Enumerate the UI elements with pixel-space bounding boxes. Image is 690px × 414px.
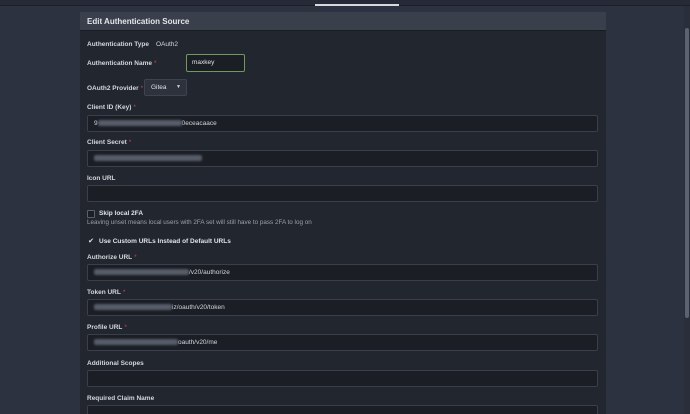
- scopes-row: Additional Scopes: [87, 360, 144, 367]
- client-secret-label: Client Secret: [87, 139, 127, 146]
- token-url-value: iz/oauth/v20/token: [172, 304, 225, 311]
- claim-name-row: Required Claim Name: [87, 395, 154, 402]
- edit-auth-source-panel: Edit Authentication Source Authenticatio…: [80, 12, 606, 414]
- required-marker: *: [122, 289, 126, 296]
- auth-name-label: Authentication Name: [87, 60, 153, 67]
- active-tab-indicator[interactable]: [315, 4, 399, 6]
- client-secret-row: Client Secret *: [87, 139, 131, 146]
- authorize-url-label: Authorize URL: [87, 254, 133, 261]
- required-marker: *: [124, 324, 127, 331]
- token-url-label: Token URL: [87, 289, 121, 296]
- client-id-row: Client ID (Key) *: [87, 104, 136, 111]
- auth-name-input[interactable]: maxkey: [186, 54, 245, 72]
- icon-url-row: Icon URL: [87, 175, 116, 182]
- required-marker: *: [140, 85, 144, 92]
- scopes-input[interactable]: [87, 370, 598, 387]
- profile-url-label: Profile URL: [87, 324, 123, 331]
- icon-url-input[interactable]: [87, 185, 598, 202]
- skip-2fa-checkbox[interactable]: [87, 210, 95, 218]
- authorize-url-value: /v20/authorize: [189, 269, 230, 276]
- client-secret-input[interactable]: [87, 150, 598, 167]
- skip-2fa-label[interactable]: Skip local 2FA: [99, 210, 143, 217]
- icon-url-label: Icon URL: [87, 175, 116, 182]
- skip-2fa-help: Leaving unset means local users with 2FA…: [87, 219, 312, 226]
- required-marker: *: [128, 139, 132, 146]
- required-marker: *: [134, 254, 137, 261]
- redacted-text: [94, 155, 202, 161]
- redacted-text: [97, 120, 182, 126]
- provider-label: OAuth2 Provider: [87, 85, 139, 92]
- provider-select[interactable]: Gitea ▼: [144, 79, 187, 96]
- scrollbar-thumb[interactable]: [685, 28, 689, 318]
- provider-row: OAuth2 Provider *: [87, 85, 143, 92]
- profile-url-value: oauth/v20/me: [178, 339, 218, 346]
- authorize-url-input[interactable]: /v20/authorize: [87, 264, 598, 281]
- auth-name-row: Authentication Name *: [87, 60, 157, 67]
- claim-name-input[interactable]: [87, 405, 598, 414]
- token-url-row: Token URL *: [87, 289, 125, 296]
- required-marker: *: [154, 60, 157, 67]
- profile-url-input[interactable]: oauth/v20/me: [87, 334, 598, 351]
- client-id-value-end: 0eceacaace: [181, 120, 217, 127]
- client-id-label: Client ID (Key): [87, 104, 132, 111]
- chevron-down-icon: ▼: [176, 84, 181, 90]
- auth-type-value: OAuth2: [156, 41, 179, 48]
- redacted-text: [94, 339, 178, 345]
- client-id-input[interactable]: 9 0eceacaace: [87, 115, 598, 132]
- custom-urls-label[interactable]: Use Custom URLs Instead of Default URLs: [99, 238, 231, 245]
- auth-type-label: Authentication Type: [87, 41, 149, 48]
- redacted-text: [94, 269, 189, 275]
- required-marker: *: [133, 104, 136, 111]
- checkmark-icon: ✔: [88, 238, 94, 245]
- profile-url-row: Profile URL *: [87, 324, 127, 331]
- claim-name-label: Required Claim Name: [87, 395, 155, 402]
- top-navbar: [0, 0, 690, 6]
- auth-type-row: Authentication Type OAuth2: [87, 41, 178, 48]
- token-url-input[interactable]: iz/oauth/v20/token: [87, 299, 598, 316]
- scrollbar[interactable]: [684, 6, 690, 414]
- scopes-label: Additional Scopes: [87, 360, 144, 367]
- panel-title: Edit Authentication Source: [80, 12, 606, 31]
- provider-selected-value: Gitea: [151, 84, 167, 91]
- authorize-url-row: Authorize URL *: [87, 254, 137, 261]
- custom-urls-checkbox[interactable]: ✔: [87, 238, 95, 246]
- redacted-text: [94, 304, 172, 310]
